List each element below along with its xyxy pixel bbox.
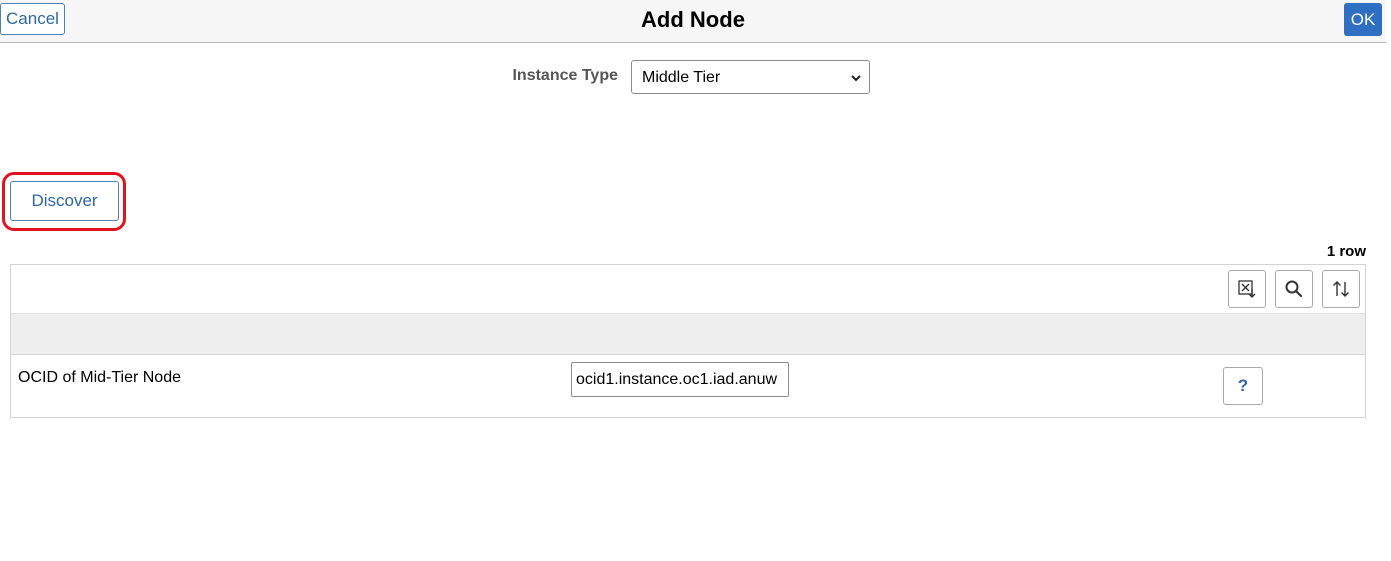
data-grid: OCID of Mid-Tier Node ? [10, 264, 1366, 418]
ocid-label: OCID of Mid-Tier Node [18, 369, 181, 386]
search-icon [1285, 280, 1303, 298]
ok-button[interactable]: OK [1344, 3, 1382, 36]
export-excel-icon [1238, 280, 1256, 298]
page-title: Add Node [641, 7, 745, 32]
ocid-input[interactable] [571, 362, 789, 397]
page-header: Cancel Add Node OK [0, 0, 1386, 43]
instance-type-label: Instance Type [512, 67, 618, 84]
grid-toolbar [11, 265, 1365, 314]
table-row: OCID of Mid-Tier Node ? [11, 355, 1365, 417]
row-count: 1 row [1326, 243, 1366, 260]
help-button[interactable]: ? [1223, 367, 1263, 405]
sort-button[interactable] [1322, 270, 1360, 308]
sort-icon [1333, 281, 1349, 297]
instance-type-value: Middle Tier [642, 69, 721, 86]
column-header-row [11, 314, 1365, 355]
instance-type-select[interactable]: Middle Tier [631, 60, 870, 94]
discover-button[interactable]: Discover [10, 181, 119, 221]
search-button[interactable] [1275, 270, 1313, 308]
chevron-down-icon [851, 75, 861, 82]
export-excel-button[interactable] [1228, 270, 1266, 308]
